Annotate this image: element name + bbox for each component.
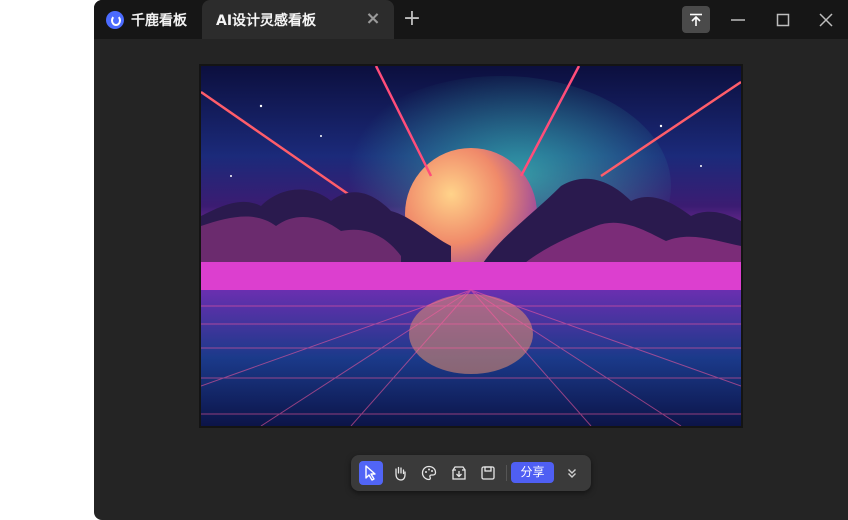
double-chevron-down-icon[interactable] <box>560 461 584 485</box>
title-bar: 千鹿看板 AI设计灵感看板 × + <box>94 0 848 39</box>
palette-icon[interactable] <box>417 461 441 485</box>
minimize-icon[interactable] <box>724 6 752 33</box>
import-icon[interactable] <box>447 461 471 485</box>
bottom-toolbar: 分享 <box>351 455 591 491</box>
app-window: 千鹿看板 AI设计灵感看板 × + 分享 <box>94 0 848 520</box>
synthwave-artwork[interactable] <box>201 66 741 426</box>
tab-ai-design-board[interactable]: AI设计灵感看板 × <box>202 0 394 39</box>
plus-icon[interactable]: + <box>400 8 424 32</box>
close-window-icon[interactable] <box>812 6 840 33</box>
brand-tab[interactable]: 千鹿看板 <box>94 0 202 39</box>
artwork-frame[interactable] <box>199 64 743 428</box>
brand-label: 千鹿看板 <box>131 12 187 29</box>
share-button[interactable]: 分享 <box>511 462 554 483</box>
pin-top-icon[interactable] <box>682 6 710 33</box>
brand-logo-icon <box>106 10 124 29</box>
toolbar-divider <box>506 465 507 481</box>
close-icon[interactable]: × <box>364 10 382 28</box>
maximize-icon[interactable] <box>769 6 797 33</box>
save-icon[interactable] <box>476 461 500 485</box>
cursor-icon[interactable] <box>359 461 383 485</box>
tab-label: AI设计灵感看板 <box>216 12 317 29</box>
hand-icon[interactable] <box>388 461 412 485</box>
